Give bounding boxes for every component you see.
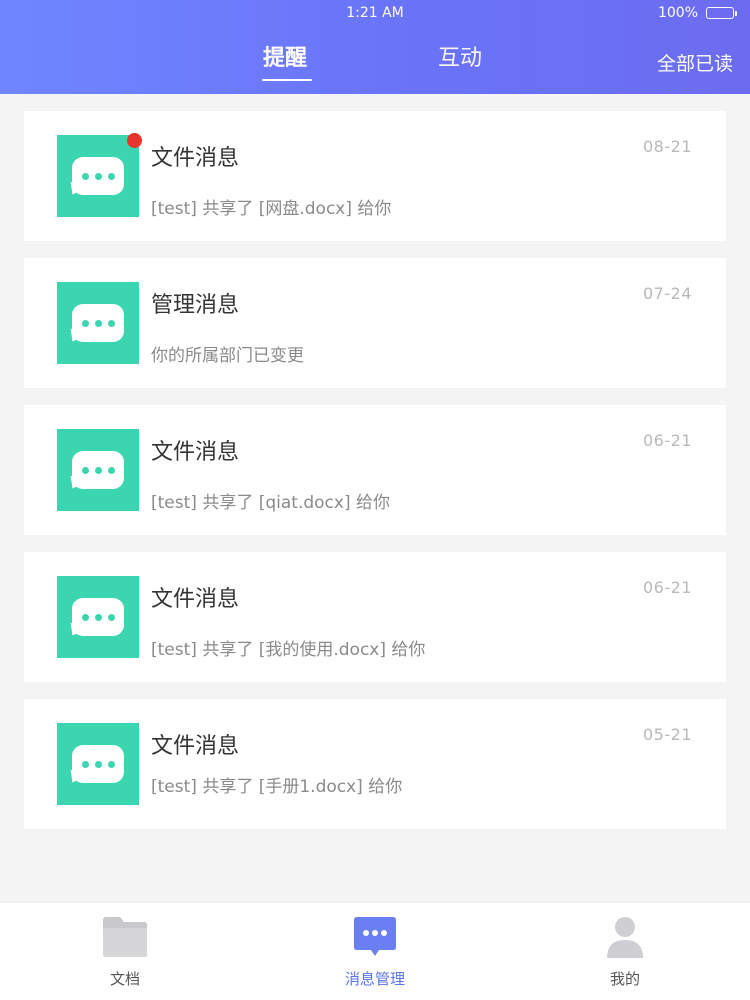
message-date: 08-21 (643, 137, 692, 156)
tab-remind[interactable]: 提醒 (263, 40, 307, 72)
message-title: 文件消息 (151, 734, 240, 759)
user-icon (607, 917, 643, 958)
status-time: 1:21 AM (346, 5, 404, 21)
message-icon (57, 135, 139, 217)
folder-icon (103, 917, 147, 957)
message-date: 05-21 (643, 725, 692, 744)
message-desc: [test] 共享了 [网盘.docx] 给你 (151, 199, 392, 219)
message-item[interactable]: 文件消息 [test] 共享了 [qiat.docx] 给你 06-21 (24, 405, 726, 535)
battery-icon (706, 7, 737, 19)
message-desc: [test] 共享了 [我的使用.docx] 给你 (151, 640, 426, 660)
mark-all-read-button[interactable]: 全部已读 (657, 49, 733, 76)
header-bar: 1:21 AM 100% 提醒 互动 全部已读 (0, 0, 750, 94)
tabbar-label: 消息管理 (344, 970, 405, 988)
message-list: 文件消息 [test] 共享了 [网盘.docx] 给你 08-21 管理消息 … (24, 111, 726, 846)
message-item[interactable]: 文件消息 [test] 共享了 [我的使用.docx] 给你 06-21 (24, 552, 726, 682)
tabbar-item-mine[interactable]: 我的 (500, 903, 750, 1000)
message-item[interactable]: 文件消息 [test] 共享了 [手册1.docx] 给你 05-21 (24, 699, 726, 829)
message-title: 文件消息 (151, 587, 240, 612)
message-date: 06-21 (643, 578, 692, 597)
message-item[interactable]: 管理消息 你的所属部门已变更 07-24 (24, 258, 726, 388)
message-title: 文件消息 (151, 146, 240, 171)
message-title: 文件消息 (151, 440, 240, 465)
tabbar-label: 文档 (109, 970, 140, 988)
tab-active-indicator (262, 79, 312, 81)
message-date: 07-24 (643, 284, 692, 303)
bottom-tabbar: 文档 消息管理 我的 (0, 902, 750, 1000)
message-icon (354, 917, 396, 956)
message-desc: [test] 共享了 [qiat.docx] 给你 (151, 493, 390, 513)
message-icon (57, 282, 139, 364)
tabbar-item-messages[interactable]: 消息管理 (250, 903, 500, 1000)
tab-interact[interactable]: 互动 (438, 40, 482, 72)
message-title: 管理消息 (151, 293, 240, 318)
message-date: 06-21 (643, 431, 692, 450)
message-icon (57, 576, 139, 658)
message-desc: [test] 共享了 [手册1.docx] 给你 (151, 777, 403, 797)
message-desc: 你的所属部门已变更 (151, 346, 304, 366)
tabbar-item-documents[interactable]: 文档 (0, 903, 250, 1000)
status-battery: 100% (657, 5, 737, 21)
message-item[interactable]: 文件消息 [test] 共享了 [网盘.docx] 给你 08-21 (24, 111, 726, 241)
battery-percent: 100% (657, 5, 698, 21)
tabbar-label: 我的 (609, 970, 640, 988)
unread-dot (127, 133, 142, 148)
message-icon (57, 723, 139, 805)
message-icon (57, 429, 139, 511)
